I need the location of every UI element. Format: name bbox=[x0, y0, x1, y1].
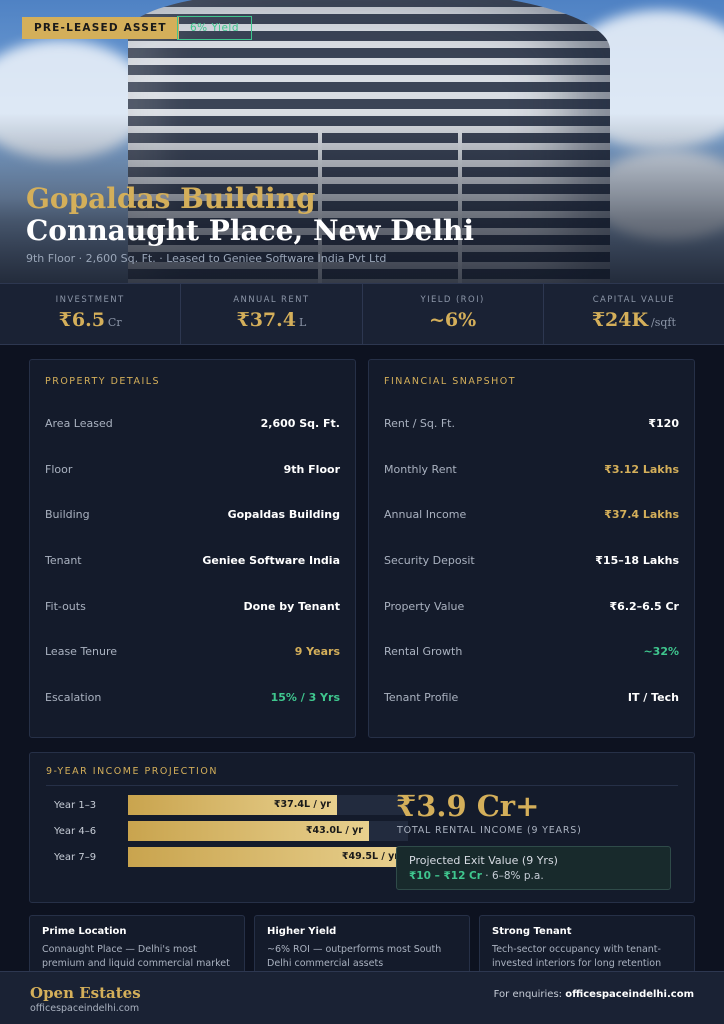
hero-subtitle: 9th Floor · 2,600 Sq. Ft. · Leased to Ge… bbox=[26, 252, 387, 265]
detail-row: Area Leased 2,600 Sq. Ft. bbox=[45, 417, 340, 431]
projection-bar: ₹43.0L / yr bbox=[128, 821, 369, 841]
exit-value-range: ₹10 – ₹12 Cr bbox=[409, 870, 482, 882]
panel-title: 9-YEAR INCOME PROJECTION bbox=[46, 766, 678, 786]
stat-label: INVESTMENT bbox=[55, 295, 125, 305]
stat-value: ₹37.4 bbox=[236, 309, 296, 331]
panel-title: PROPERTY DETAILS bbox=[45, 376, 161, 387]
finance-row: Tenant Profile IT / Tech bbox=[384, 690, 679, 704]
stat-unit: L bbox=[298, 316, 307, 329]
brand-url[interactable]: officespaceindelhi.com bbox=[30, 1003, 139, 1014]
stat-label: ANNUAL RENT bbox=[233, 295, 310, 305]
stat-label: CAPITAL VALUE bbox=[592, 295, 676, 305]
financial-snapshot-panel: FINANCIAL SNAPSHOT Rent / Sq. Ft. ₹120 Mo… bbox=[368, 359, 695, 738]
finance-row: Security Deposit ₹15–18 Lakhs bbox=[384, 554, 679, 568]
feature-text: Tech-sector occupancy with tenant-invest… bbox=[492, 944, 662, 969]
key-stats-bar: INVESTMENT ₹6.5 Cr ANNUAL RENT ₹37.4 L YIE… bbox=[0, 283, 724, 345]
detail-row: Fit-outs Done by Tenant bbox=[45, 599, 340, 613]
yield-badge: 6% Yield bbox=[177, 16, 252, 40]
bar-label: Year 7–9 bbox=[54, 851, 97, 863]
panel-title: FINANCIAL SNAPSHOT bbox=[384, 376, 517, 387]
stat-value: ₹24K bbox=[591, 309, 649, 331]
stat-value: ₹6.5 bbox=[58, 309, 105, 331]
projection-bar: ₹49.5L / yr bbox=[128, 847, 405, 867]
detail-row: Escalation 15% / 3 Yrs bbox=[45, 690, 340, 704]
enquiry-text: For enquiries: officespaceindelhi.com bbox=[493, 989, 694, 1000]
feature-title: Higher Yield bbox=[267, 926, 337, 937]
stat-yield: YIELD (ROI) ~6% bbox=[363, 284, 544, 344]
finance-row: Rental Growth ~32% bbox=[384, 645, 679, 659]
finance-row: Property Value ₹6.2–6.5 Cr bbox=[384, 599, 679, 613]
projection-bar-row: Year 4–6 ₹43.0L / yr bbox=[54, 821, 408, 841]
total-income-label: TOTAL RENTAL INCOME (9 YEARS) bbox=[397, 825, 582, 836]
enquiry-link[interactable]: officespaceindelhi.com bbox=[565, 989, 694, 1000]
feature-title: Prime Location bbox=[42, 926, 127, 937]
finance-row: Rent / Sq. Ft. ₹120 bbox=[384, 417, 679, 431]
bar-label: Year 4–6 bbox=[54, 825, 97, 837]
stat-unit: /sqft bbox=[651, 316, 676, 329]
footer: Open Estates officespaceindelhi.com For … bbox=[0, 971, 724, 1024]
income-projection-panel: 9-YEAR INCOME PROJECTION Year 1–3 ₹37.4L… bbox=[29, 752, 695, 903]
finance-row: Annual Income ₹37.4 Lakhs bbox=[384, 508, 679, 522]
projection-bar-row: Year 1–3 ₹37.4L / yr bbox=[54, 795, 408, 815]
bar-value-label: ₹49.5L / yr bbox=[341, 851, 399, 862]
building-name: Gopaldas Building bbox=[26, 182, 316, 215]
stat-capital-value: CAPITAL VALUE ₹24K/sqft bbox=[544, 284, 724, 344]
bar-value-label: ₹43.0L / yr bbox=[305, 825, 363, 836]
location-title: Connaught Place, New Delhi bbox=[26, 214, 474, 247]
total-income-value: ₹3.9 Cr+ bbox=[396, 789, 540, 823]
detail-row: Lease Tenure 9 Years bbox=[45, 645, 340, 659]
hero-banner: PRE-LEASED ASSET 6% Yield Gopaldas Build… bbox=[0, 0, 724, 283]
stat-unit: Cr bbox=[107, 316, 122, 329]
exit-value-rate: · 6–8% p.a. bbox=[481, 870, 544, 882]
stat-value: ~6% bbox=[429, 309, 477, 331]
exit-value-title: Projected Exit Value (9 Yrs) bbox=[409, 854, 558, 867]
bar-label: Year 1–3 bbox=[54, 799, 97, 811]
property-details-panel: PROPERTY DETAILS Area Leased 2,600 Sq. Ft… bbox=[29, 359, 356, 738]
detail-row: Building Gopaldas Building bbox=[45, 508, 340, 522]
detail-row: Floor 9th Floor bbox=[45, 462, 340, 476]
stat-investment: INVESTMENT ₹6.5 Cr bbox=[0, 284, 182, 344]
feature-title: Strong Tenant bbox=[492, 926, 572, 937]
finance-row: Monthly Rent ₹3.12 Lakhs bbox=[384, 462, 679, 476]
projection-bar-row: Year 7–9 ₹49.5L / yr bbox=[54, 847, 408, 867]
projection-bar: ₹37.4L / yr bbox=[128, 795, 337, 815]
feature-text: ~6% ROI — outperforms most South Delhi c… bbox=[267, 944, 442, 969]
stat-label: YIELD (ROI) bbox=[420, 295, 485, 305]
feature-text: Connaught Place — Delhi's most premium a… bbox=[42, 944, 230, 969]
pre-leased-badge: PRE-LEASED ASSET bbox=[22, 17, 179, 39]
stat-annual-rent: ANNUAL RENT ₹37.4 L bbox=[181, 284, 363, 344]
exit-value-box: Projected Exit Value (9 Yrs) ₹10 – ₹12 C… bbox=[396, 846, 671, 890]
detail-row: Tenant Geniee Software India bbox=[45, 554, 340, 568]
brand-name: Open Estates bbox=[30, 984, 141, 1002]
bar-value-label: ₹37.4L / yr bbox=[273, 799, 331, 810]
